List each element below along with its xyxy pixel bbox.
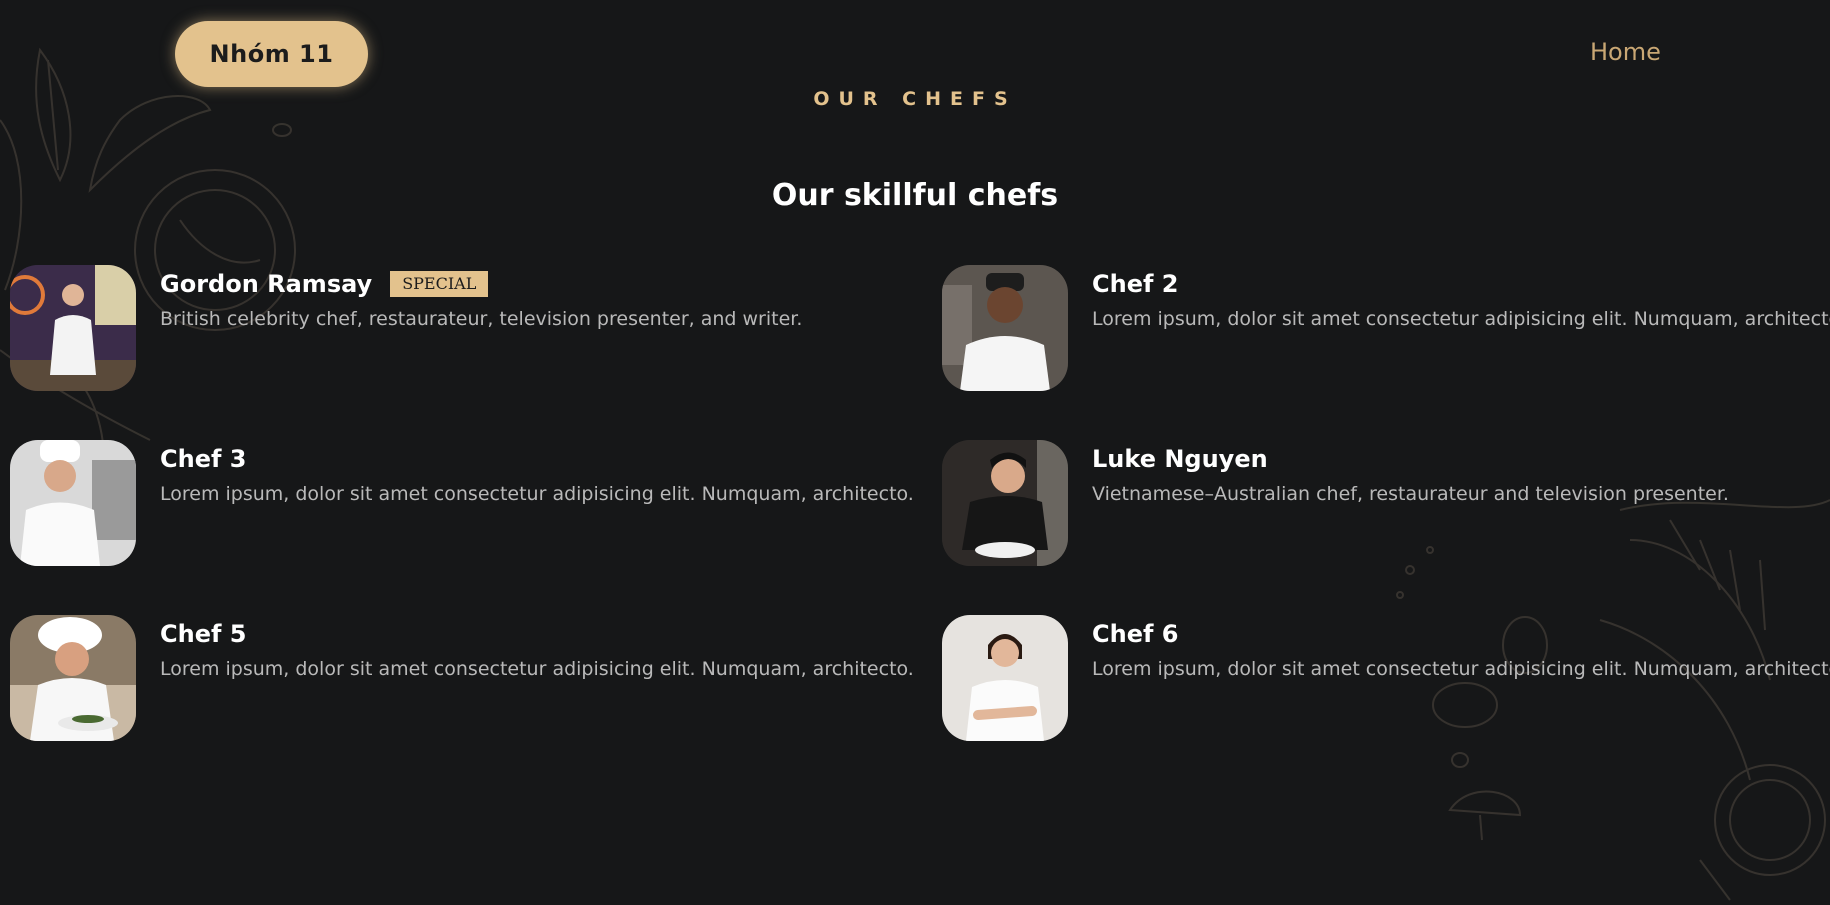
section-title: Our skillful chefs <box>771 178 1059 213</box>
chef-photo <box>942 440 1068 566</box>
chef-name: Chef 6 <box>1092 620 1179 648</box>
chef-name: Chef 3 <box>160 445 247 473</box>
chef-photo <box>10 615 136 741</box>
chef-photo <box>10 440 136 566</box>
chef-card: Gordon Ramsay SPECIAL British celebrity … <box>10 265 802 391</box>
chef-card: Chef 3 Lorem ipsum, dolor sit amet conse… <box>10 440 914 566</box>
chef-description: Lorem ipsum, dolor sit amet consectetur … <box>1092 308 1830 330</box>
chef-card: Luke Nguyen Vietnamese–Australian chef, … <box>942 440 1729 566</box>
chef-photo <box>10 265 136 391</box>
chef-card: Chef 5 Lorem ipsum, dolor sit amet conse… <box>10 615 914 741</box>
chef-name: Chef 5 <box>160 620 247 648</box>
special-badge: SPECIAL <box>390 271 489 297</box>
chef-description: Vietnamese–Australian chef, restaurateur… <box>1092 483 1729 505</box>
chef-photo <box>942 615 1068 741</box>
chef-photo <box>942 265 1068 391</box>
chef-card: Chef 2 Lorem ipsum, dolor sit amet conse… <box>942 265 1830 391</box>
nav-home-link[interactable]: Home <box>1590 38 1661 66</box>
chef-description: Lorem ipsum, dolor sit amet consectetur … <box>1092 658 1830 680</box>
chef-name: Gordon Ramsay <box>160 270 373 298</box>
brand-button[interactable]: Nhóm 11 <box>175 21 368 87</box>
chef-name: Chef 2 <box>1092 270 1179 298</box>
chef-description: Lorem ipsum, dolor sit amet consectetur … <box>160 658 914 680</box>
chef-card: Chef 6 Lorem ipsum, dolor sit amet conse… <box>942 615 1830 741</box>
chef-name: Luke Nguyen <box>1092 445 1268 473</box>
section-eyebrow: OUR CHEFS <box>813 88 1017 110</box>
chef-description: British celebrity chef, restaurateur, te… <box>160 308 803 330</box>
chef-description: Lorem ipsum, dolor sit amet consectetur … <box>160 483 914 505</box>
